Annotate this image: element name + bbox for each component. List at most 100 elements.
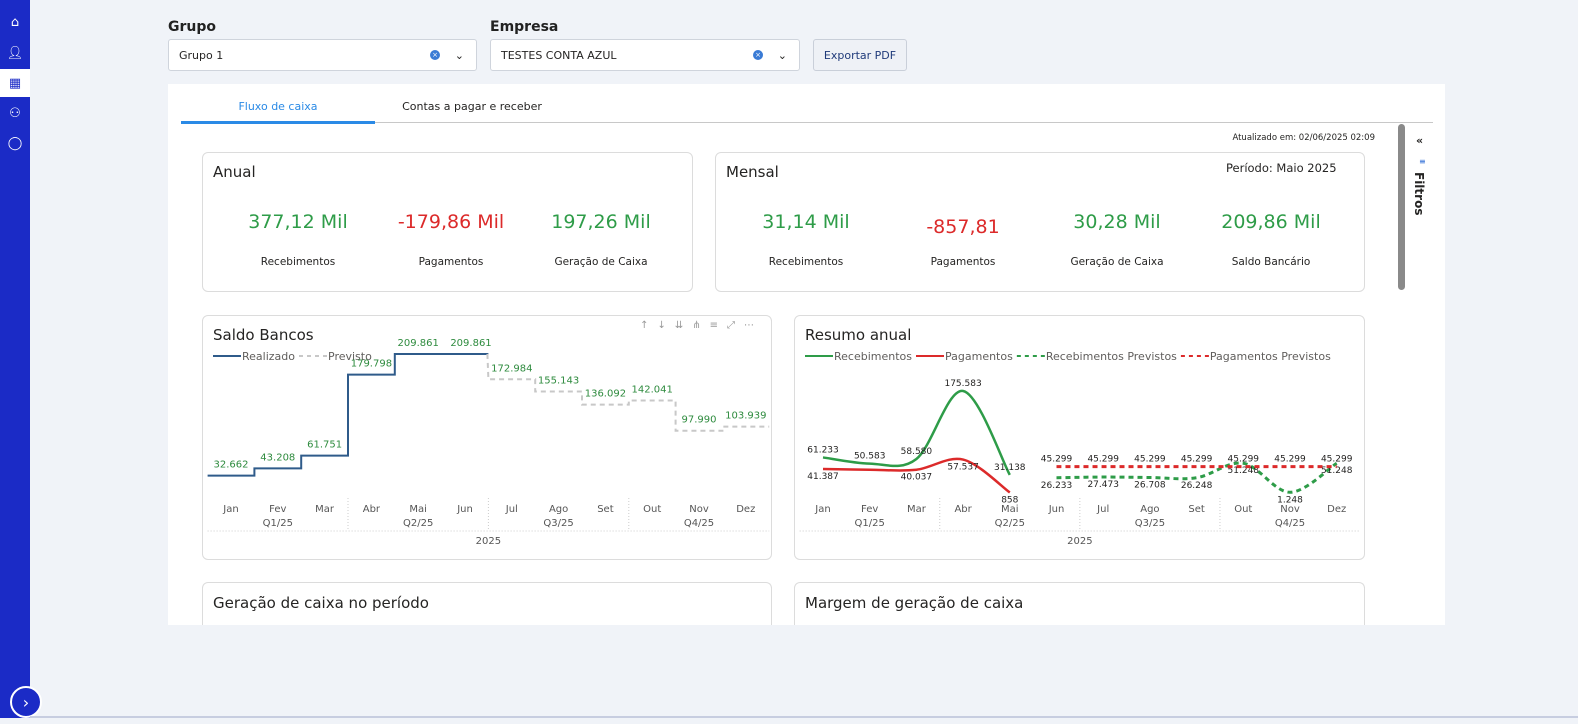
quarter-label: Q4/25 (1275, 518, 1305, 529)
x-tick-label: Out (643, 504, 661, 515)
kpi-label: Recebimentos (768, 256, 844, 268)
resumo-anual-chart: Recebimentos Pagamentos Recebimentos Previ… (799, 350, 1361, 547)
chevron-down-icon[interactable]: ⌄ (778, 49, 787, 62)
x-tick-label: Fev (269, 504, 286, 515)
legend-label: Realizado (242, 350, 295, 363)
x-tick-label: Set (597, 504, 614, 515)
data-label: 31.138 (994, 463, 1026, 473)
quarter-label: Q3/25 (1135, 518, 1165, 529)
data-label: 45.299 (1321, 455, 1353, 465)
x-tick-label: Mai (1001, 504, 1019, 515)
card-title: Margem de geração de caixa (805, 594, 1024, 612)
data-label: 61.751 (307, 440, 342, 451)
x-tick-label: Jul (505, 504, 518, 515)
scrollbar[interactable] (1398, 124, 1405, 290)
data-label: 155.143 (538, 376, 579, 387)
filters-pane-toggle[interactable]: Filtros (1412, 172, 1426, 215)
year-label: 2025 (476, 536, 501, 547)
x-tick-label: Jan (222, 504, 238, 515)
data-label: 175.583 (944, 379, 981, 389)
quarter-label: Q2/25 (403, 518, 433, 529)
user-icon[interactable]: 👤︎ (0, 39, 30, 67)
clear-icon[interactable]: × (430, 50, 440, 60)
card-title: Mensal (726, 163, 779, 181)
data-label: 103.939 (725, 411, 766, 422)
year-label: 2025 (1067, 536, 1092, 547)
export-pdf-button[interactable]: Exportar PDF (813, 39, 907, 71)
quarter-label: Q3/25 (543, 518, 573, 529)
data-label: 32.662 (214, 460, 249, 471)
legend-label: Pagamentos Previstos (1210, 350, 1331, 363)
anual-card: Anual 377,12 Mil Recebimentos -179,86 Mi… (202, 152, 693, 292)
data-label: 51.248 (1321, 466, 1353, 476)
dashboard-grid-icon[interactable]: ▦ (0, 69, 30, 97)
kpi-value: 197,26 Mil (551, 211, 651, 233)
kpi-label: Pagamentos (930, 256, 996, 268)
quarter-label: Q4/25 (684, 518, 714, 529)
x-tick-label: Mar (907, 504, 927, 515)
collapse-icon[interactable]: « (1416, 134, 1423, 147)
data-label: 45.299 (1087, 455, 1119, 465)
x-tick-label: Mai (409, 504, 427, 515)
x-tick-label: Jul (1096, 504, 1109, 515)
kpi-value: 31,14 Mil (762, 211, 850, 233)
chat-icon[interactable]: ◯ (0, 129, 30, 157)
x-tick-label: Nov (1280, 504, 1300, 515)
data-label: 858 (1001, 496, 1018, 506)
clear-icon[interactable]: × (753, 50, 763, 60)
panel-bottom (168, 625, 1445, 645)
x-tick-label: Nov (689, 504, 709, 515)
quarter-label: Q1/25 (263, 518, 293, 529)
kpi-value: -857,81 (926, 216, 1000, 238)
data-label: 142.041 (632, 385, 673, 396)
sidebar: ⌂ 👤︎ ▦ ⚇ ◯ (0, 0, 30, 718)
data-label: 40.037 (901, 473, 933, 483)
quarter-label: Q2/25 (995, 518, 1025, 529)
empresa-label: Empresa (490, 19, 559, 35)
grupo-select[interactable]: Grupo 1 × ⌄ (168, 39, 477, 71)
data-label: 50.583 (854, 452, 886, 462)
kpi-value: 30,28 Mil (1073, 211, 1161, 233)
chevron-right-icon[interactable]: › (10, 686, 42, 718)
data-label: 41.387 (807, 472, 839, 482)
mensal-card: Mensal Período: Maio 2025 31,14 Mil Rece… (715, 152, 1365, 292)
x-tick-label: Abr (363, 504, 381, 515)
kpi-value: 209,86 Mil (1221, 211, 1321, 233)
x-tick-label: Ago (549, 504, 568, 515)
data-label: 97.990 (682, 415, 717, 426)
empresa-select[interactable]: TESTES CONTA AZUL × ⌄ (490, 39, 800, 71)
divider (30, 716, 1578, 718)
home-icon[interactable]: ⌂ (0, 8, 30, 36)
series-line-realizado (207, 352, 489, 477)
x-tick-label: Ago (1140, 504, 1159, 515)
data-label: 172.984 (491, 363, 532, 374)
period-label: Período: Maio 2025 (1226, 161, 1337, 175)
card-title: Anual (213, 163, 256, 181)
grupo-value: Grupo 1 (179, 48, 224, 62)
data-label: 26.708 (1134, 480, 1166, 490)
x-tick-label: Out (1234, 504, 1252, 515)
legend-label: Recebimentos (834, 350, 912, 363)
saldo-bancos-card: Saldo Bancos ↑↓⇊⋔≡⤢⋯ Realizado Previsto Ja… (202, 315, 772, 560)
resumo-anual-card: Resumo anual Recebimentos Pagamentos Receb… (794, 315, 1365, 560)
x-tick-label: Jan (814, 504, 830, 515)
legend-label: Recebimentos Previstos (1046, 350, 1177, 363)
updated-timestamp: Atualizado em: 02/06/2025 02:09 (1232, 133, 1375, 143)
data-label: 209.861 (450, 338, 491, 349)
data-label: 45.299 (1181, 455, 1213, 465)
x-tick-label: Abr (954, 504, 972, 515)
filter-icon: ≡ (1419, 157, 1426, 166)
x-tick-label: Set (1188, 504, 1205, 515)
kpi-label: Geração de Caixa (554, 256, 648, 268)
kpi-label: Geração de Caixa (1070, 256, 1164, 268)
users-icon[interactable]: ⚇ (0, 99, 30, 127)
data-label: 26.233 (1041, 481, 1073, 491)
grupo-label: Grupo (168, 19, 217, 35)
x-tick-label: Dez (1327, 504, 1346, 515)
data-label: 45.299 (1228, 455, 1260, 465)
series-line-recebimentos (822, 389, 1011, 476)
tab-contas-a-pagar-e-receber[interactable]: Contas a pagar e receber (375, 100, 569, 124)
chevron-down-icon[interactable]: ⌄ (455, 49, 464, 62)
x-tick-label: Dez (736, 504, 755, 515)
quarter-label: Q1/25 (855, 518, 885, 529)
